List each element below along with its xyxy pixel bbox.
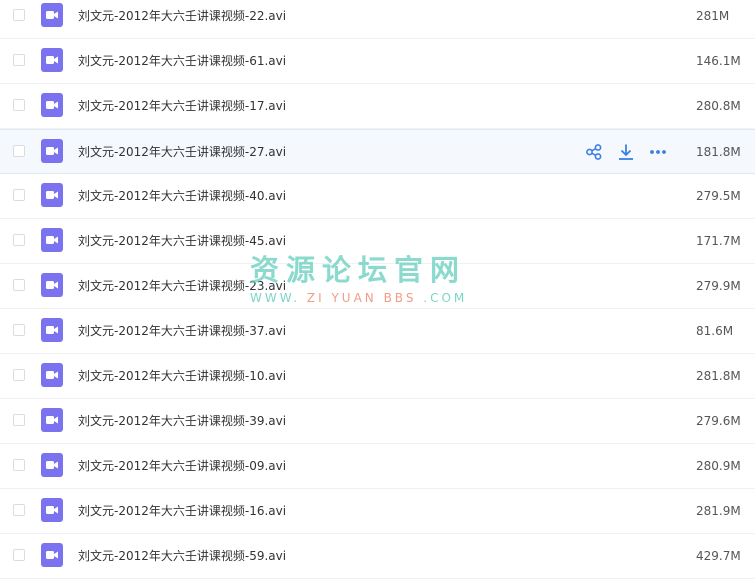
row-checkbox[interactable] <box>13 99 25 111</box>
file-row[interactable]: 刘文元-2012年大六壬讲课视频-39.avi 279.6M <box>0 399 755 444</box>
file-row-hovered[interactable]: 刘文元-2012年大六壬讲课视频-27.avi 181.8M <box>0 129 755 174</box>
file-row[interactable]: 刘文元-2012年大六壬讲课视频-17.avi 280.8M <box>0 84 755 129</box>
file-size: 280.9M <box>696 459 741 473</box>
video-file-icon <box>41 318 63 342</box>
file-name[interactable]: 刘文元-2012年大六壬讲课视频-09.avi <box>78 458 286 474</box>
video-file-icon <box>41 183 63 207</box>
file-row[interactable]: 刘文元-2012年大六壬讲课视频-23.avi 279.9M <box>0 264 755 309</box>
file-size: 281.8M <box>696 369 741 383</box>
video-file-icon <box>41 363 63 387</box>
file-size: 281.9M <box>696 504 741 518</box>
more-icon <box>650 150 666 154</box>
file-name[interactable]: 刘文元-2012年大六壬讲课视频-45.avi <box>78 233 286 249</box>
row-checkbox[interactable] <box>13 414 25 426</box>
file-row[interactable]: 刘文元-2012年大六壬讲课视频-59.avi 429.7M <box>0 534 755 579</box>
video-file-icon <box>41 408 63 432</box>
file-name[interactable]: 刘文元-2012年大六壬讲课视频-10.avi <box>78 368 286 384</box>
file-size: 181.8M <box>696 145 741 159</box>
video-file-icon <box>41 3 63 27</box>
file-name[interactable]: 刘文元-2012年大六壬讲课视频-39.avi <box>78 413 286 429</box>
file-row[interactable]: 刘文元-2012年大六壬讲课视频-37.avi 81.6M <box>0 309 755 354</box>
file-size: 81.6M <box>696 324 734 338</box>
row-checkbox[interactable] <box>13 279 25 291</box>
download-icon <box>619 144 633 160</box>
row-checkbox[interactable] <box>13 504 25 516</box>
file-row[interactable]: 刘文元-2012年大六壬讲课视频-10.avi 281.8M <box>0 354 755 399</box>
file-name[interactable]: 刘文元-2012年大六壬讲课视频-59.avi <box>78 548 286 564</box>
file-name[interactable]: 刘文元-2012年大六壬讲课视频-23.avi <box>78 278 286 294</box>
row-checkbox[interactable] <box>13 9 25 21</box>
file-list: 刘文元-2012年大六壬讲课视频-22.avi 281M 刘文元-2012年大六… <box>0 0 755 579</box>
file-name[interactable]: 刘文元-2012年大六壬讲课视频-40.avi <box>78 188 286 204</box>
video-file-icon <box>41 498 63 522</box>
file-size: 279.5M <box>696 189 741 203</box>
video-file-icon <box>41 543 63 567</box>
file-row[interactable]: 刘文元-2012年大六壬讲课视频-09.avi 280.9M <box>0 444 755 489</box>
row-checkbox[interactable] <box>13 369 25 381</box>
video-file-icon <box>41 228 63 252</box>
share-button[interactable] <box>585 143 603 161</box>
file-name[interactable]: 刘文元-2012年大六壬讲课视频-16.avi <box>78 503 286 519</box>
row-checkbox[interactable] <box>13 145 25 157</box>
file-size: 281M <box>696 9 730 23</box>
row-checkbox[interactable] <box>13 459 25 471</box>
file-row[interactable]: 刘文元-2012年大六壬讲课视频-45.avi 171.7M <box>0 219 755 264</box>
file-name[interactable]: 刘文元-2012年大六壬讲课视频-61.avi <box>78 53 286 69</box>
file-row[interactable]: 刘文元-2012年大六壬讲课视频-22.avi 281M <box>0 0 755 39</box>
more-button[interactable] <box>649 143 667 161</box>
row-checkbox[interactable] <box>13 234 25 246</box>
file-size: 280.8M <box>696 99 741 113</box>
row-checkbox[interactable] <box>13 324 25 336</box>
file-size: 279.9M <box>696 279 741 293</box>
row-checkbox[interactable] <box>13 549 25 561</box>
video-file-icon <box>41 273 63 297</box>
file-row[interactable]: 刘文元-2012年大六壬讲课视频-61.avi 146.1M <box>0 39 755 84</box>
file-size: 171.7M <box>696 234 741 248</box>
download-button[interactable] <box>617 143 635 161</box>
video-file-icon <box>41 453 63 477</box>
file-name[interactable]: 刘文元-2012年大六壬讲课视频-27.avi <box>78 144 286 160</box>
video-file-icon <box>41 139 63 163</box>
share-icon <box>586 144 602 160</box>
file-size: 279.6M <box>696 414 741 428</box>
file-name[interactable]: 刘文元-2012年大六壬讲课视频-37.avi <box>78 323 286 339</box>
video-file-icon <box>41 93 63 117</box>
file-row[interactable]: 刘文元-2012年大六壬讲课视频-40.avi 279.5M <box>0 174 755 219</box>
file-size: 146.1M <box>696 54 741 68</box>
file-name[interactable]: 刘文元-2012年大六壬讲课视频-17.avi <box>78 98 286 114</box>
file-name[interactable]: 刘文元-2012年大六壬讲课视频-22.avi <box>78 8 286 24</box>
row-checkbox[interactable] <box>13 54 25 66</box>
row-checkbox[interactable] <box>13 189 25 201</box>
file-row[interactable]: 刘文元-2012年大六壬讲课视频-16.avi 281.9M <box>0 489 755 534</box>
video-file-icon <box>41 48 63 72</box>
file-size: 429.7M <box>696 549 741 563</box>
